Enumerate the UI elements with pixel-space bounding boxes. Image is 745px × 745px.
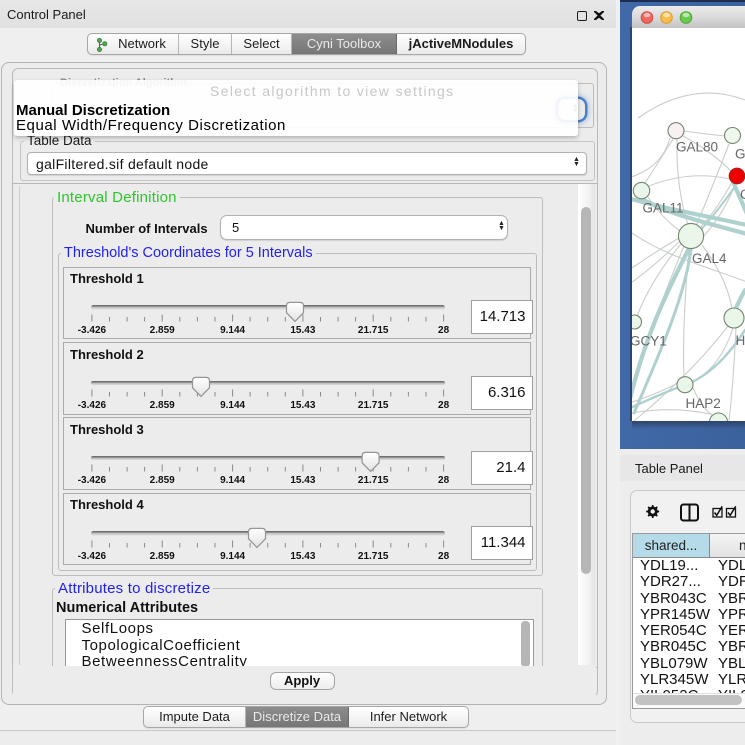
svg-text:21.715: 21.715 — [358, 475, 389, 486]
svg-text:9.144: 9.144 — [220, 475, 245, 486]
svg-text:9.144: 9.144 — [220, 325, 245, 336]
svg-text:28: 28 — [438, 475, 450, 486]
svg-text:21.715: 21.715 — [358, 325, 389, 336]
svg-text:GAL4: GAL4 — [692, 251, 727, 266]
svg-text:-3.426: -3.426 — [78, 400, 107, 411]
svg-text:15.43: 15.43 — [290, 475, 315, 486]
svg-text:-3.426: -3.426 — [78, 551, 107, 562]
svg-text:28: 28 — [438, 325, 450, 336]
svg-text:-3.426: -3.426 — [78, 325, 107, 336]
svg-text:28: 28 — [438, 400, 450, 411]
svg-text:2.859: 2.859 — [150, 551, 175, 562]
svg-text:21.715: 21.715 — [358, 400, 389, 411]
svg-text:2.859: 2.859 — [150, 475, 175, 486]
svg-text:H: H — [736, 333, 745, 348]
svg-text:15.43: 15.43 — [290, 400, 315, 411]
svg-text:28: 28 — [438, 551, 450, 562]
svg-text:-3.426: -3.426 — [78, 475, 107, 486]
svg-text:HAP2: HAP2 — [686, 396, 721, 411]
svg-text:2.859: 2.859 — [150, 400, 175, 411]
svg-text:9.144: 9.144 — [220, 551, 245, 562]
svg-text:GAL11: GAL11 — [643, 201, 684, 216]
svg-text:C: C — [740, 187, 745, 202]
svg-text:15.43: 15.43 — [290, 551, 315, 562]
svg-text:GCY1: GCY1 — [632, 334, 667, 349]
svg-text:GAL80: GAL80 — [676, 140, 718, 155]
svg-text:15.43: 15.43 — [290, 325, 315, 336]
svg-text:2.859: 2.859 — [150, 325, 175, 336]
svg-text:9.144: 9.144 — [220, 400, 245, 411]
svg-text:GA: GA — [735, 147, 745, 162]
svg-text:21.715: 21.715 — [358, 551, 389, 562]
